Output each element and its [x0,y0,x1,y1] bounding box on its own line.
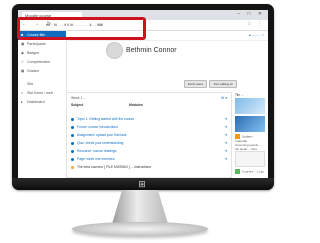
page-title: Bethmin Connor [126,47,177,54]
sidebar-item-competencies[interactable]: ✓ Competencies [18,58,66,67]
enrol-users-button[interactable]: Enrol users [184,80,208,88]
sidebar-item-participants[interactable]: ▣ Participants [18,40,66,49]
sidebar-item-grades[interactable]: ▦ Grades [18,67,66,76]
block-title: Tile ... [235,93,244,97]
list-item[interactable]: Quiz: check your understanding ▾ [71,139,227,147]
list-item[interactable]: The intra courses: [ FILE MISSING ] ... … [71,163,227,171]
windows-logo-icon: ⊞ [138,179,146,189]
edit-icon[interactable]: ▾ [225,155,227,163]
block-image [235,116,265,132]
section-tools[interactable]: ⚙ ▾ [221,96,227,100]
home-icon: ⌂ [21,91,24,95]
column-subject: Subject [71,103,84,107]
activity-label: Quiz: check your understanding [77,141,124,145]
activity-icon [71,117,74,121]
activity-icon [71,149,74,153]
block-text: Upcoming events ... the week ... here [235,143,262,151]
block-image [235,151,265,167]
list-item[interactable]: Page: week one overview ▾ [71,155,227,163]
activity-icon [71,133,74,137]
block-image [235,98,265,114]
sidebar-item-site-home[interactable]: ⌂ Site home / web [18,89,66,98]
sidebar-item-label: Site [27,82,34,86]
sidebar-item-label: Site home / web [27,91,53,95]
sidebar-item-site[interactable]: Site [18,80,66,89]
list-item[interactable]: Forum: course introductions ▾ [71,123,227,131]
monitor-stand-neck [112,190,168,224]
activity-label: Resource: course readings [77,149,117,153]
file-icon [71,165,74,169]
sidebar-item-label: Participants [27,42,46,46]
users-icon: ▣ [21,42,25,46]
sidebar-item-label: Dashboard [27,100,45,104]
edit-icon[interactable]: ▾ [225,123,227,131]
header-buttons: Enrol users Turn editing on [184,80,238,88]
column-modules: Modules [129,103,143,107]
sidebar-item-label: Competencies [27,60,50,64]
edit-icon[interactable]: ▾ [225,147,227,155]
block-text: Update / Calendar [235,134,266,143]
course-main: Bethmin Connor Enrol users Turn editing … [66,40,238,178]
block-link[interactable]: Courses ... [ ] go [242,169,264,173]
monitor-stand-base [72,222,208,236]
window-controls[interactable]: – □ ✕ [237,11,265,17]
sidebar-item-badges[interactable]: ◉ Badges [18,49,66,58]
list-item[interactable]: Topic 1: Getting started with the course… [71,115,227,123]
table-icon: ▦ [21,69,25,73]
activity-label: Forum: course introductions [77,125,118,129]
badge-icon: ◉ [21,51,25,55]
monitor-bezel: ⊞ [12,178,274,190]
user-menu[interactable]: ▴ ......... ○ [249,33,264,37]
sidebar-item-dashboard[interactable]: ▸ Dashboard [18,98,66,107]
list-item[interactable]: Resource: course readings ▾ [71,147,227,155]
activity-label: Assignment: upload your first task [77,133,127,137]
section-heading: Week 1 ... [71,96,87,100]
avatar [106,42,123,59]
address-bar-highlight [17,17,146,40]
activity-label: Page: week one overview [77,157,115,161]
sidebar-item-label: Grades [27,69,39,73]
activity-list: Topic 1: Getting started with the course… [71,115,227,171]
course-icon [235,169,240,174]
activity-label: The intra courses: [ FILE MISSING ] ... … [77,165,152,169]
turn-editing-on-button[interactable]: Turn editing on [209,80,238,88]
right-blocks: Tile ... Update / Calendar Upcoming even… [235,93,266,174]
list-item[interactable]: Assignment: upload your first task ▾ [71,131,227,139]
activity-icon [71,125,74,129]
activity-label: Topic 1: Getting started with the course [77,117,134,121]
activity-icon [71,141,74,145]
edit-icon[interactable]: ▾ [225,131,227,139]
block-text: Courses ... [ ] go [235,169,266,174]
address-icons[interactable]: ☆ ⋮ [247,21,264,27]
check-icon: ✓ [21,60,25,64]
course-content-card: Week 1 ... ⚙ ▾ Subject Modules Topic 1: … [66,92,232,178]
sidebar-item-label: Badges [27,51,40,55]
sidebar: ■ Course title ▣ Participants ◉ Badges ✓… [18,31,67,178]
activity-icon [71,157,74,161]
dashboard-icon: ▸ [21,100,23,104]
edit-icon[interactable]: ▾ [225,139,227,147]
edit-icon[interactable]: ▾ [225,115,227,123]
